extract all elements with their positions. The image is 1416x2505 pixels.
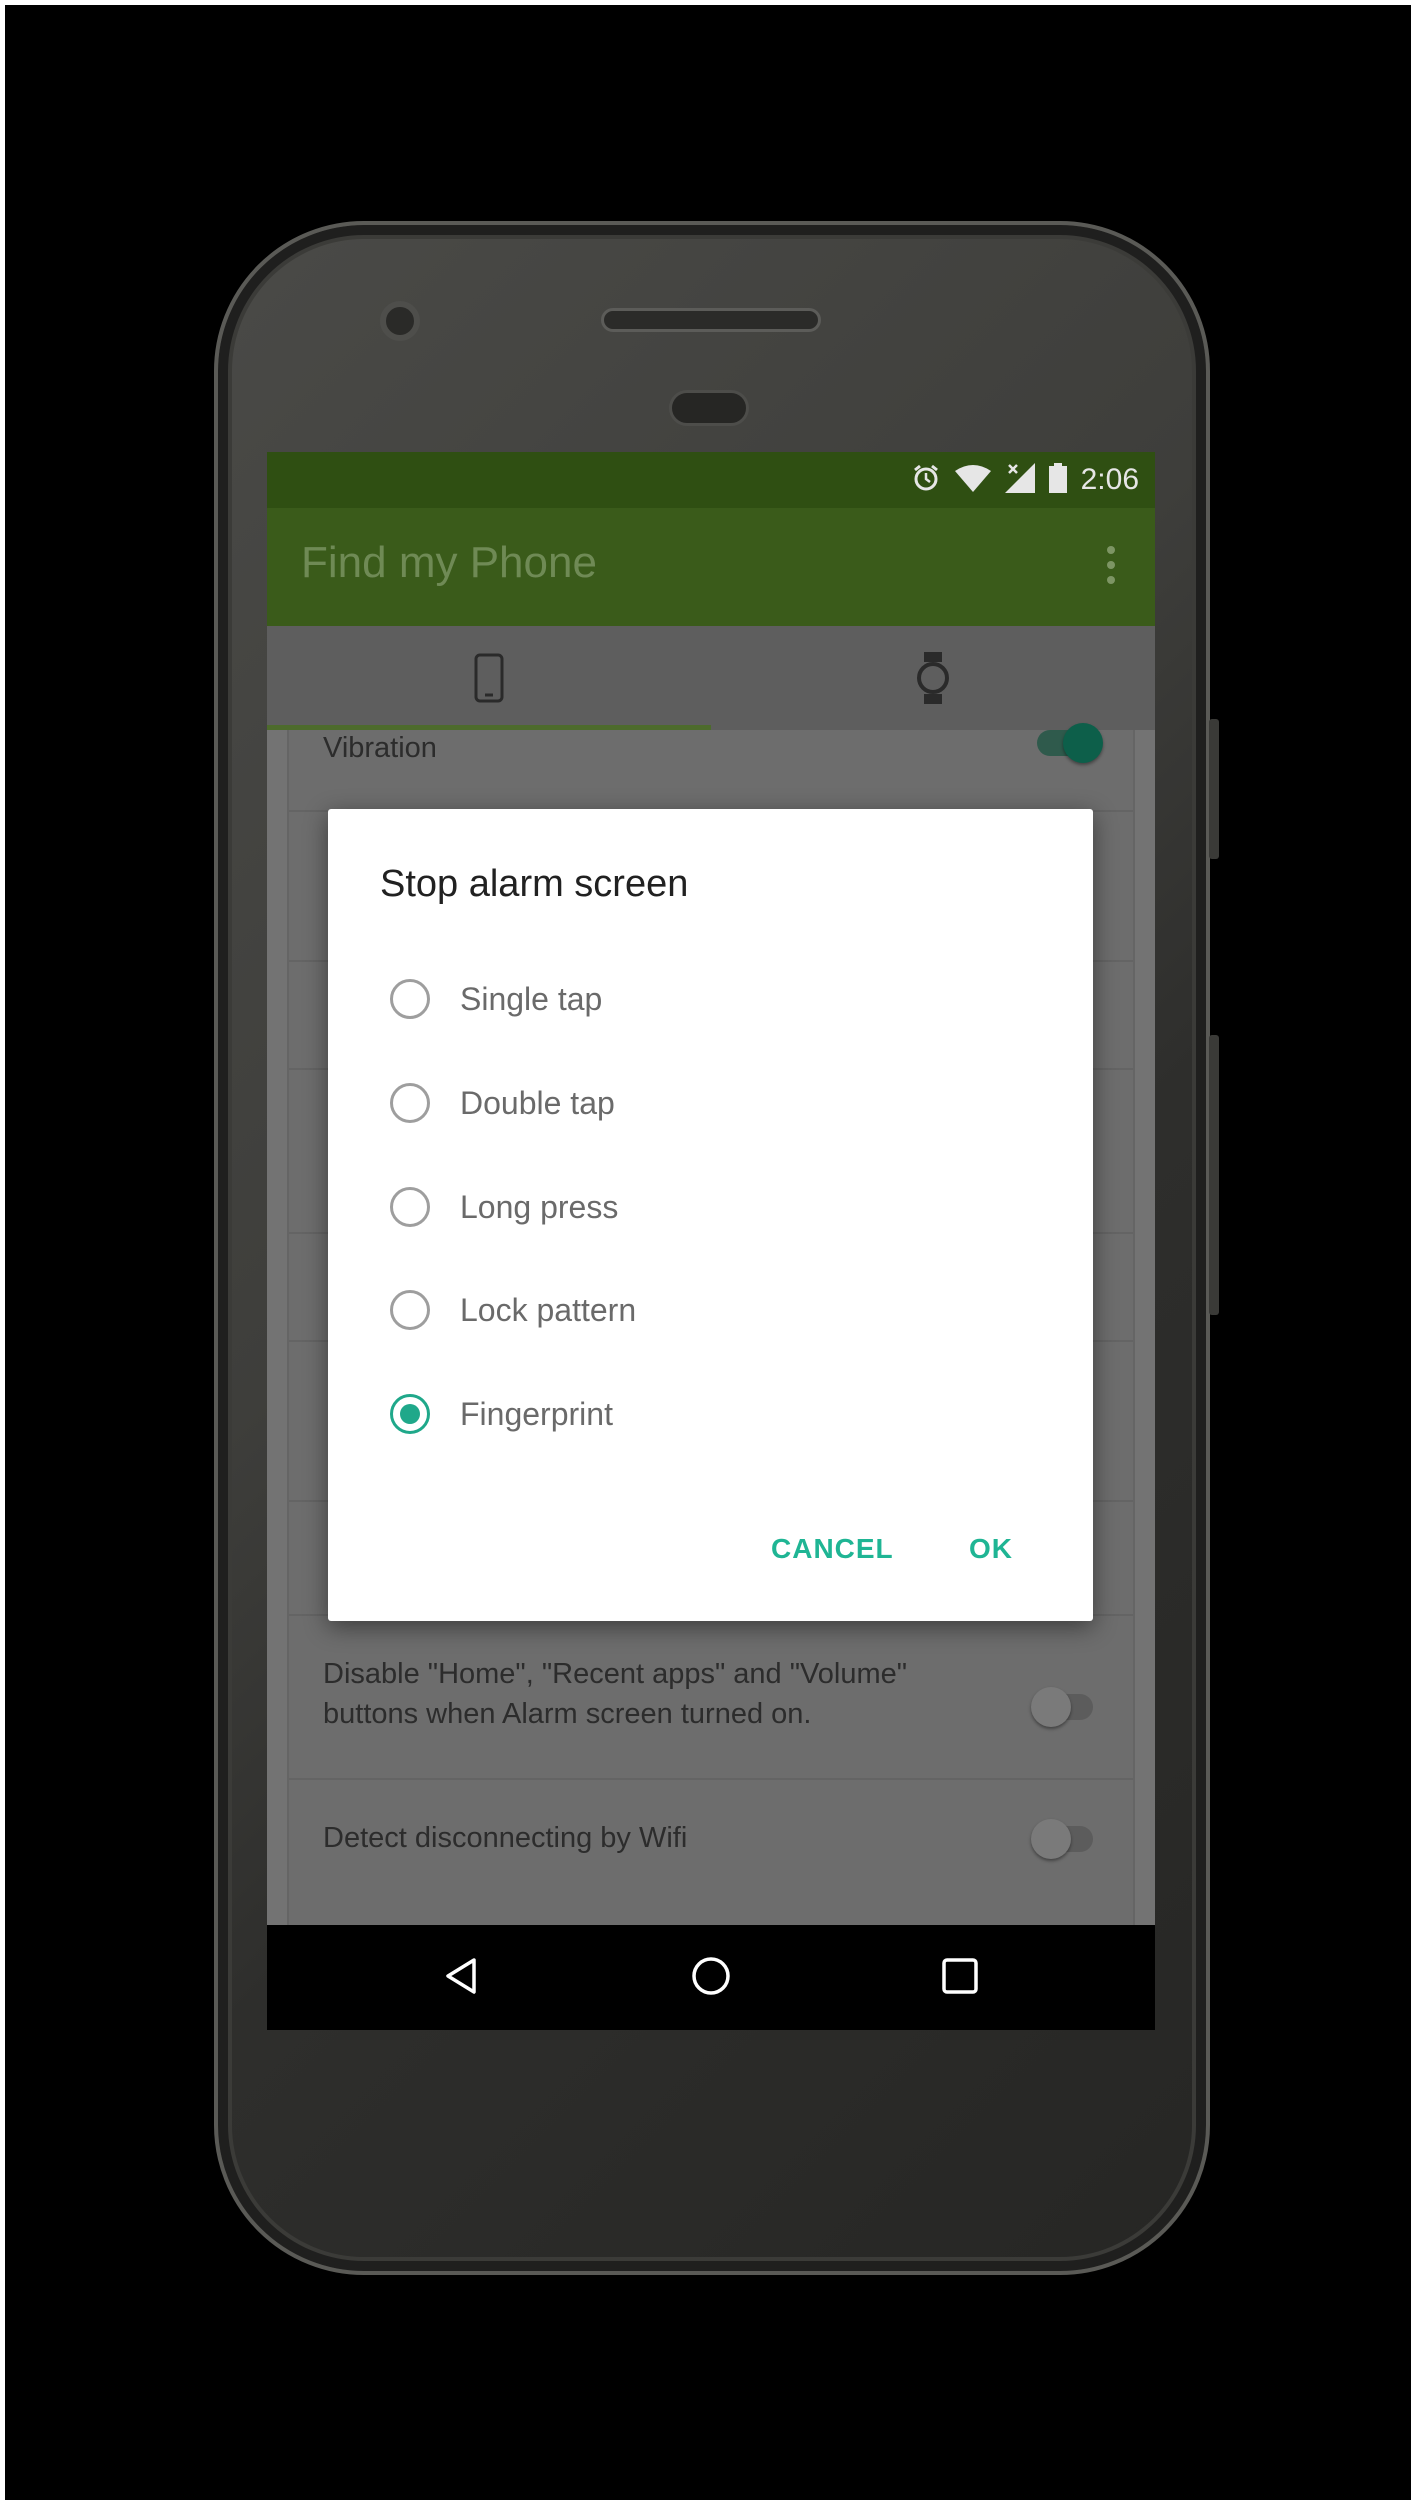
radio-button[interactable]: [390, 1083, 430, 1123]
setting-row-disable-buttons[interactable]: Disable "Home", "Recent apps" and "Volum…: [289, 1614, 1133, 1780]
option-long-press[interactable]: Long press: [390, 1167, 990, 1247]
overflow-menu-icon[interactable]: [1107, 546, 1115, 591]
disable-buttons-toggle[interactable]: [1031, 1687, 1093, 1727]
option-label: Fingerprint: [460, 1395, 613, 1432]
vibration-toggle[interactable]: [1037, 723, 1103, 763]
background: 2:06 Find my Phone Vibration Disable "Ho…: [5, 5, 1411, 2500]
status-time: 2:06: [1080, 463, 1139, 496]
ok-button[interactable]: OK: [969, 1533, 1013, 1565]
power-button: [1209, 719, 1219, 859]
front-camera: [380, 301, 420, 341]
option-label: Long press: [460, 1188, 619, 1225]
stop-alarm-dialog: Stop alarm screen Single tap Double tap …: [328, 809, 1093, 1621]
app-bar: Find my Phone: [267, 508, 1155, 626]
status-bar: 2:06: [267, 452, 1155, 508]
wifi-icon: [954, 464, 991, 497]
volume-button: [1209, 1035, 1219, 1315]
wifi-detect-toggle[interactable]: [1031, 1819, 1093, 1859]
dialog-title: Stop alarm screen: [380, 863, 689, 905]
radio-button[interactable]: [390, 1187, 430, 1227]
setting-label: Detect disconnecting by Wifi: [323, 1822, 688, 1854]
back-icon[interactable]: [437, 1951, 487, 2001]
setting-row-vibration[interactable]: Vibration: [289, 723, 1133, 812]
option-label: Single tap: [460, 980, 603, 1017]
option-label: Double tap: [460, 1084, 615, 1121]
option-label: Lock pattern: [460, 1291, 637, 1328]
option-double-tap[interactable]: Double tap: [390, 1063, 990, 1143]
setting-row-wifi[interactable]: Detect disconnecting by Wifi: [289, 1778, 1133, 1898]
app-title: Find my Phone: [301, 538, 597, 587]
home-icon[interactable]: [686, 1951, 736, 2001]
phone-icon: [474, 653, 504, 703]
battery-icon: [1048, 462, 1067, 498]
recents-icon[interactable]: [935, 1951, 985, 2001]
option-lock-pattern[interactable]: Lock pattern: [390, 1270, 990, 1350]
cancel-button[interactable]: CANCEL: [771, 1533, 894, 1565]
navigation-bar: [267, 1925, 1155, 2030]
radio-button[interactable]: [390, 979, 430, 1019]
setting-label: Vibration: [323, 732, 437, 764]
option-single-tap[interactable]: Single tap: [390, 959, 990, 1039]
tab-phone[interactable]: [267, 626, 711, 730]
tab-bar: [267, 626, 1155, 730]
tab-watch[interactable]: [711, 626, 1155, 730]
setting-label: Disable "Home", "Recent apps" and "Volum…: [323, 1658, 908, 1730]
alarm-icon: [911, 463, 941, 498]
option-fingerprint[interactable]: Fingerprint: [390, 1374, 990, 1454]
radio-button-checked[interactable]: [390, 1394, 430, 1434]
signal-icon: [1004, 462, 1035, 498]
proximity-sensor: [669, 390, 749, 426]
earpiece-speaker: [601, 308, 821, 332]
watch-icon: [917, 652, 949, 704]
radio-button[interactable]: [390, 1290, 430, 1330]
